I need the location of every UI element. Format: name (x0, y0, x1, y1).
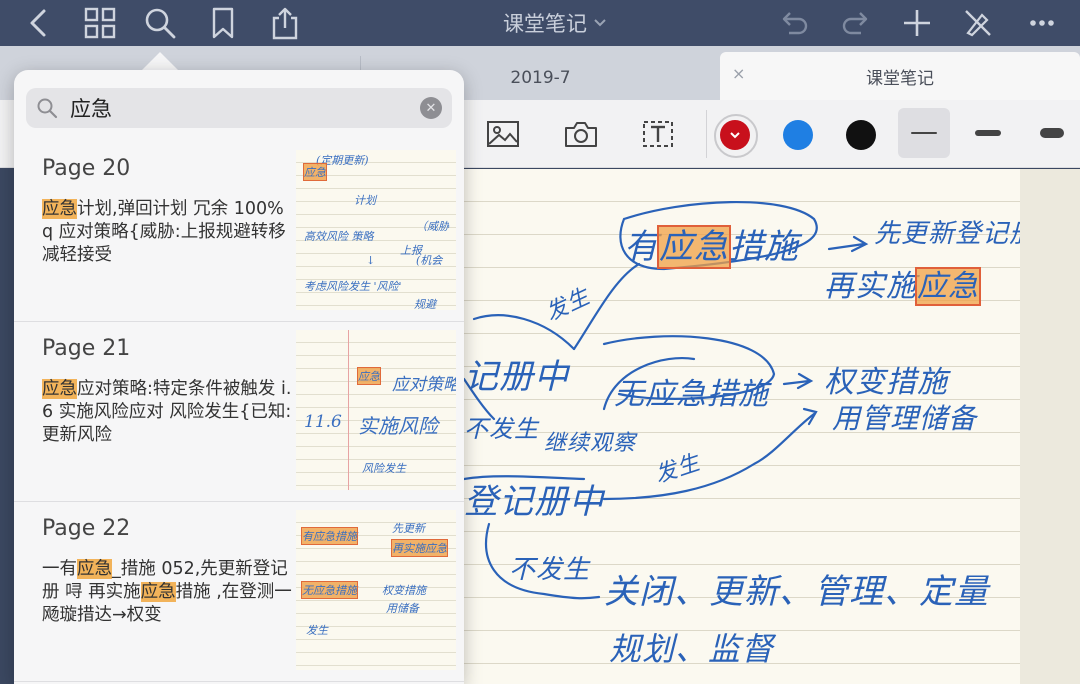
note-update-register: 先更新登记册 (874, 219, 1020, 249)
search-result-item[interactable]: Page 22 一有应急_措施 052,先更新登记册 㖊 再实施应急措施 ,在登测… (14, 502, 464, 682)
text-box-icon[interactable] (637, 114, 679, 154)
search-popover: ✕ Page 20应急计划,弹回计划 冗余 100% q 应对策略{威胁:上报规… (14, 70, 464, 684)
thumbnail-text: 高效风险 策略 (304, 230, 374, 243)
search-icon[interactable] (140, 4, 180, 42)
thumbnail-text: 用储备 (386, 602, 419, 615)
search-result-item[interactable]: Page 21 应急应对策略:特定条件被触发 i. 6 实施风险应对 风险发生{已… (14, 322, 464, 502)
result-page-number: Page 20 (42, 156, 131, 181)
thumbnail-text: 11.6 (304, 412, 342, 432)
back-icon[interactable] (18, 4, 58, 42)
stroke-thick-line (1040, 128, 1064, 138)
snippet-text: 应对策略:特定条件被触发 i. 6 实施风险应对 风险发生{已知: 更新风险 (42, 379, 292, 445)
note-use-reserve: 用管理储备 (832, 402, 978, 435)
image-icon[interactable] (482, 114, 524, 154)
thumbnail-text: ↓ (366, 254, 376, 267)
note-line-has-plan: 有应急措施 (624, 225, 799, 269)
thumbnail-text: 考虑风险发生 '风险' (304, 280, 402, 293)
more-icon[interactable] (1022, 4, 1062, 42)
grid-icon[interactable] (80, 4, 120, 42)
tab-label: 2019-7 (510, 68, 571, 88)
thumbnail-text: 发生 (306, 624, 328, 637)
result-snippet: 应急计划,弹回计划 冗余 100% q 应对策略{威胁:上报规避转移减轻接受 (42, 198, 292, 267)
page-thumbnail: (定期更新) 应急 计划 高效风险 策略 （威胁 ↓ 上报 (机会 考虑风险发生 '风险' 规避 (296, 150, 456, 310)
note-keep-watching: 继续观察 (544, 431, 637, 456)
chevron-down-icon (730, 132, 740, 139)
document-title-text: 课堂笔记 (503, 12, 587, 36)
note-not-occur: 不发生 (464, 415, 539, 443)
note-not-occur-2: 不发生 (509, 555, 591, 585)
document-title[interactable]: 课堂笔记 (480, 8, 630, 38)
thumbnail-text: 计划 (354, 194, 376, 207)
note-actions: 关闭、更新、管理、定量 (604, 572, 989, 612)
undo-icon[interactable] (774, 4, 814, 42)
bookmark-icon[interactable] (203, 4, 243, 42)
notebook-page[interactable]: 有应急措施 先更新登记册 再实施应急 发生 记册中 无应急措施 权变措施 用管理… (464, 169, 1020, 684)
thumbnail-text: (机会 (416, 254, 443, 267)
thumbnail-text: 应急 (357, 367, 381, 385)
note-in-register-2: 登记册中 (464, 482, 604, 522)
snippet-text: 计划,弹回计划 冗余 100% q 应对策略{威胁:上报规避转移减轻接受 (42, 199, 286, 265)
chevron-down-icon (594, 19, 606, 27)
stroke-thick-button[interactable] (1026, 108, 1078, 158)
thumbnail-text: 先更新 (392, 522, 425, 535)
note-actions-2: 规划、监督 (609, 630, 775, 668)
color-red-swatch[interactable] (714, 114, 758, 158)
result-snippet: 应急应对策略:特定条件被触发 i. 6 实施风险应对 风险发生{已知: 更新风险 (42, 378, 292, 447)
note-workaround: 权变措施 (824, 365, 948, 400)
camera-icon[interactable] (560, 114, 602, 154)
stroke-thin-button[interactable] (898, 108, 950, 158)
result-page-number: Page 21 (42, 336, 131, 361)
tools-off-icon[interactable] (958, 4, 998, 42)
thumbnail-text: 规避 (414, 298, 436, 310)
divider (706, 110, 707, 158)
tab-class-notes[interactable]: × 课堂笔记 (720, 52, 1080, 100)
thumbnail-text: 有应急措施 (301, 527, 358, 545)
color-black-swatch[interactable] (846, 120, 876, 150)
page-thumbnail: 应急 应对策略 11.6 实施风险风险发生 (296, 330, 456, 490)
note-no-plan: 无应急措施 (614, 377, 769, 412)
thumbnail-margin-line (348, 330, 349, 490)
note-in-register-1: 记册中 (464, 357, 569, 397)
thumbnail-text: 无应急措施 (301, 581, 358, 599)
add-icon[interactable] (897, 4, 937, 42)
result-snippet: 一有应急_措施 052,先更新登记册 㖊 再实施应急措施 ,在登测一飏璇措达→权… (42, 558, 292, 627)
search-input[interactable] (70, 93, 400, 123)
thumbnail-text: （威胁 (416, 220, 449, 233)
close-icon[interactable]: × (732, 64, 745, 83)
thumbnail-text: 再实施应急 (391, 539, 448, 557)
thumbnail-text: 权变措施 (382, 584, 426, 597)
tab-label: 课堂笔记 (866, 68, 934, 89)
snippet-match-highlight: 应急 (42, 199, 77, 219)
share-icon[interactable] (265, 4, 305, 42)
thumbnail-text: 应急 (303, 163, 327, 181)
search-field[interactable]: ✕ (26, 88, 452, 128)
stroke-thin-line (911, 132, 937, 134)
stroke-medium-button[interactable] (962, 108, 1014, 158)
clear-search-icon[interactable]: ✕ (420, 97, 442, 119)
result-page-number: Page 22 (42, 516, 131, 541)
search-icon (37, 98, 58, 119)
thumbnail-text: 应对策略 (392, 375, 456, 395)
top-navigation-bar: 课堂笔记 (0, 0, 1080, 46)
snippet-match-highlight: 应急 (140, 582, 176, 602)
note-then-implement: 再实施应急 (824, 267, 981, 306)
snippet-match-highlight: 应急 (77, 559, 112, 579)
thumbnail-text: 实施风险 (358, 414, 438, 438)
color-blue-swatch[interactable] (783, 120, 813, 150)
snippet-text: 一有 (42, 559, 77, 579)
page-margin-background (1020, 169, 1080, 684)
snippet-match-highlight: 应急 (42, 379, 77, 399)
redo-icon[interactable] (836, 4, 876, 42)
search-result-item[interactable]: Page 20 应急计划,弹回计划 冗余 100% q 应对策略{威胁:上报规避转… (14, 142, 464, 322)
popover-arrow (142, 52, 178, 70)
stroke-medium-line (975, 130, 1001, 136)
thumbnail-text: 风险发生 (362, 462, 406, 475)
page-thumbnail: 有应急措施 先更新再实施应急无应急措施 权变措施用储备发生 (296, 510, 456, 670)
